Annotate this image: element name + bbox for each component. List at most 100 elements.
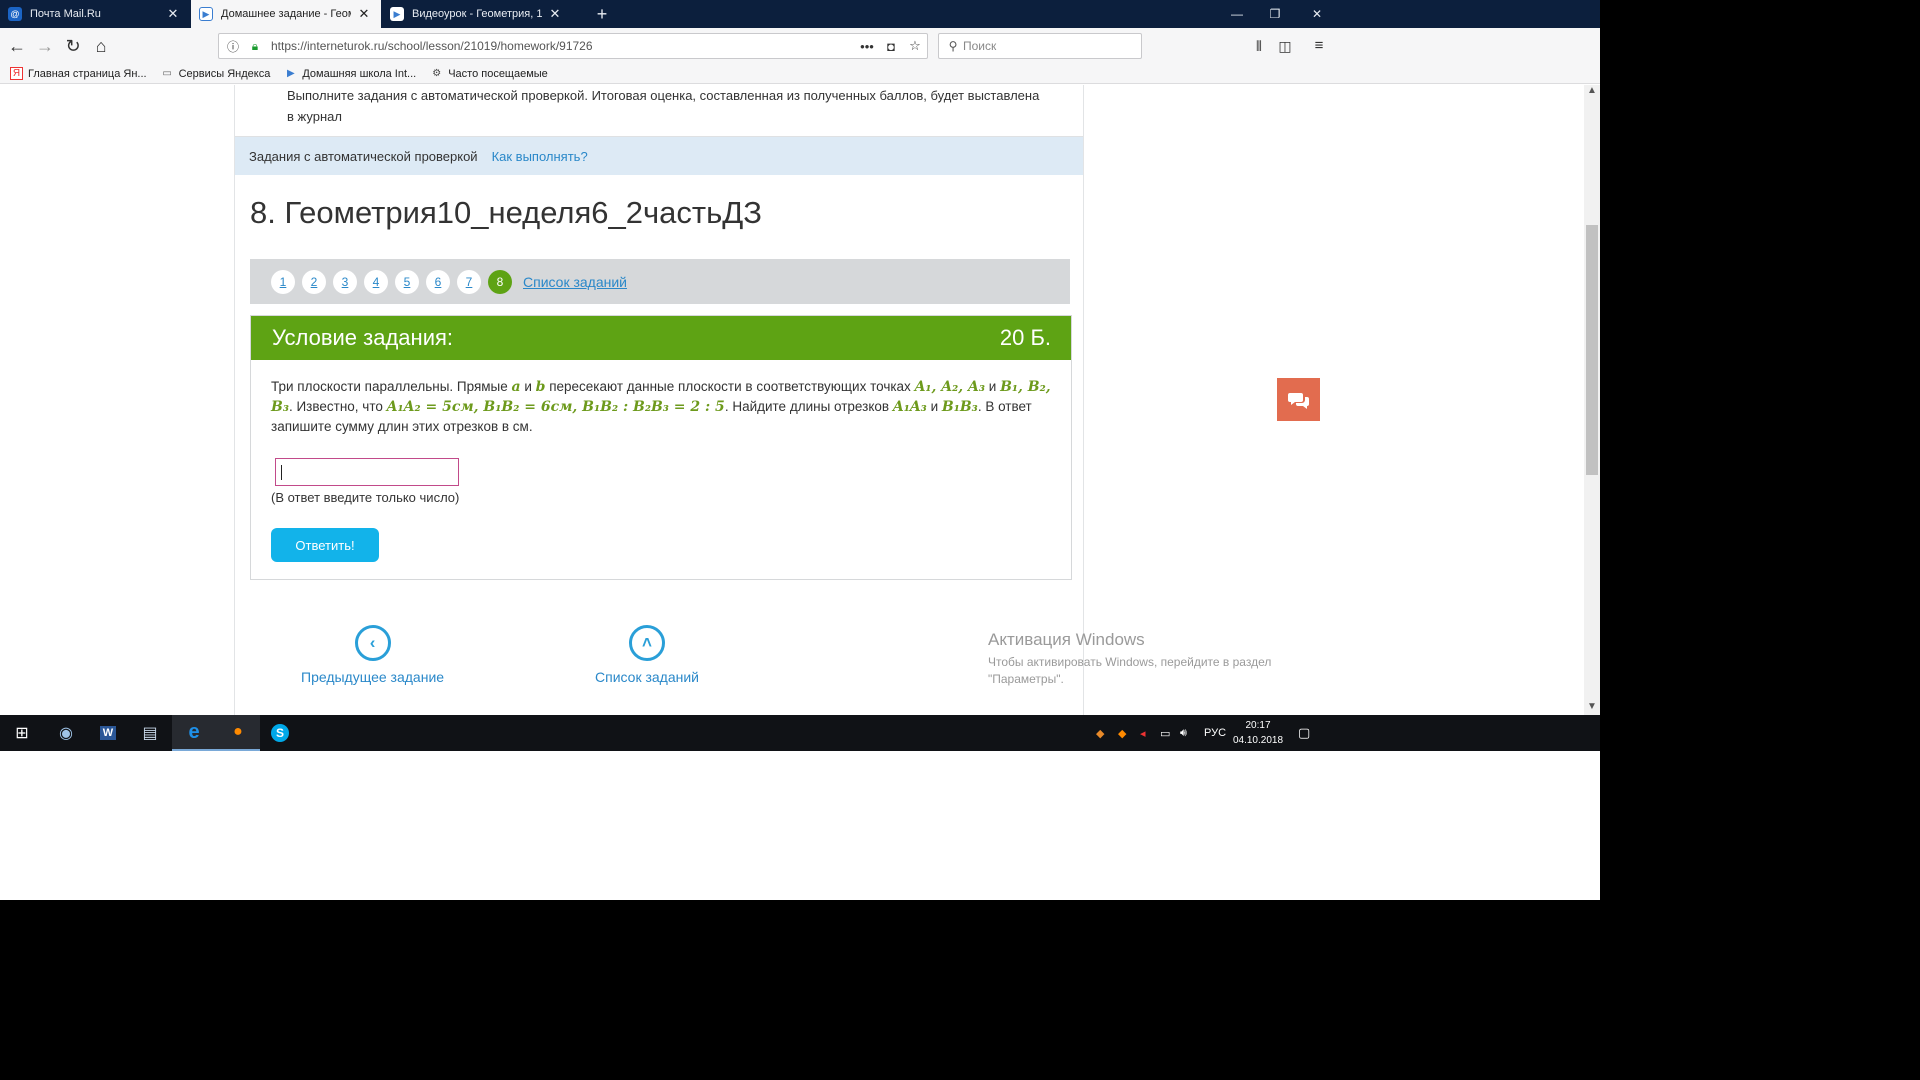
intro-text: Выполните задания с автоматической прове…	[287, 88, 1040, 124]
prev-task-link[interactable]: ‹ Предыдущее задание	[301, 625, 444, 685]
mail-ru-icon: @	[8, 7, 22, 21]
new-tab-button[interactable]: +	[590, 2, 614, 26]
bookmark-label: Главная страница Ян...	[28, 67, 147, 80]
bookmark-home-school[interactable]: ▶ Домашняя школа Int...	[284, 67, 416, 80]
scrollbar-thumb[interactable]	[1586, 225, 1598, 475]
statement-text: . Найдите длины отрезков	[724, 399, 893, 414]
more-actions-icon[interactable]: •••	[855, 39, 879, 54]
tab-mail[interactable]: @ Почта Mail.Ru ✕	[0, 0, 190, 28]
skype-icon[interactable]: S	[258, 715, 302, 751]
word-icon[interactable]: W	[86, 715, 130, 751]
page-link-6[interactable]: 6	[426, 269, 450, 294]
lock-icon: 🔒︎	[251, 38, 259, 53]
restore-icon[interactable]: ❐	[1256, 0, 1294, 28]
pocket-icon[interactable]: ◘	[879, 39, 903, 54]
page-link-7[interactable]: 7	[457, 269, 481, 294]
close-icon[interactable]: ✕	[357, 6, 371, 22]
tray-notification-icon[interactable]: ◂	[1140, 715, 1146, 751]
answer-hint: (В ответ введите только число)	[271, 490, 460, 505]
chat-button[interactable]	[1277, 378, 1320, 421]
tab-title: Почта Mail.Ru	[30, 8, 101, 20]
bookmarks-bar: Я Главная страница Ян... ▭ Сервисы Яндек…	[0, 64, 1600, 84]
prev-task-label: Предыдущее задание	[301, 669, 445, 685]
math-segment-a1a3: A₁A₃	[892, 399, 927, 415]
math-condition: A₁A₂ = 5см, B₁B₂ = 6см, B₁B₂ : B₂B₃ = 2 …	[386, 399, 725, 415]
bookmark-most-visited[interactable]: ⚙ Часто посещаемые	[430, 67, 548, 80]
bookmark-yandex[interactable]: Я Главная страница Ян...	[10, 67, 147, 80]
reload-icon[interactable]: ↻	[60, 33, 86, 59]
bookmark-label: Часто посещаемые	[448, 67, 548, 80]
chat-icon	[1287, 392, 1309, 409]
search-placeholder: Поиск	[963, 39, 997, 53]
forward-icon[interactable]: →	[32, 33, 58, 59]
content-column: Выполните задания с автоматической прове…	[234, 85, 1084, 715]
tab-title: Домашнее задание - Геометр	[221, 8, 351, 20]
gear-icon: ⚙	[432, 68, 442, 79]
close-icon[interactable]: ✕	[548, 6, 562, 22]
url-bar[interactable]: ⓘ 🔒︎ https://interneturok.ru/school/less…	[218, 33, 928, 59]
page-link-1[interactable]: 1	[271, 269, 295, 294]
firefox-icon[interactable]: ●	[216, 715, 260, 751]
scroll-up-icon[interactable]: ▲	[1584, 85, 1600, 99]
how-to-link[interactable]: Как выполнять?	[492, 149, 588, 164]
page-link-2[interactable]: 2	[302, 269, 326, 294]
tray-firefox-icon[interactable]: ◆	[1118, 715, 1126, 751]
clock[interactable]: 20:17 04.10.2018	[1228, 718, 1288, 748]
page-link-4[interactable]: 4	[364, 269, 388, 294]
search-input[interactable]: ⚲ Поиск	[938, 33, 1142, 59]
task-list-nav-label: Список заданий	[595, 669, 700, 685]
task-list-nav-link[interactable]: ˄ Список заданий	[595, 625, 699, 685]
task-pager: 1 2 3 4 5 6 7 8 Список заданий	[250, 259, 1070, 304]
scroll-down-icon[interactable]: ▼	[1584, 701, 1600, 715]
sidebar-icon[interactable]: ◫	[1272, 33, 1298, 59]
library-icon[interactable]: ⫴	[1246, 33, 1272, 59]
statement-text: и	[926, 399, 942, 414]
auto-check-label: Задания с автоматической проверкой	[249, 148, 478, 164]
tray-update-icon[interactable]: ◆	[1096, 715, 1104, 751]
math-points-a: A₁, A₂, A₃	[914, 379, 986, 395]
answer-input[interactable]	[275, 458, 459, 486]
bookmark-label: Сервисы Яндекса	[178, 67, 271, 80]
bookmark-yandex-services[interactable]: ▭ Сервисы Яндекса	[161, 67, 271, 80]
window-close-icon[interactable]: ✕	[1298, 0, 1336, 28]
info-icon[interactable]: ⓘ	[225, 38, 241, 55]
network-app-icon[interactable]: ◉	[44, 715, 88, 751]
url-text[interactable]: https://interneturok.ru/school/lesson/21…	[271, 39, 855, 53]
minimize-icon[interactable]: —	[1218, 0, 1256, 28]
back-icon[interactable]: ←	[4, 33, 30, 59]
page-title: 8. Геометрия10_неделя6_2частьДЗ	[250, 195, 762, 230]
clock-date: 04.10.2018	[1232, 735, 1284, 746]
windows-start-icon[interactable]: ⊞	[0, 715, 44, 751]
statement-text: . Известно, что	[288, 399, 387, 414]
watermark-text: Чтобы активировать Windows, перейдите в …	[988, 655, 1272, 686]
menu-icon[interactable]: ≡	[1306, 33, 1332, 59]
interneturok-icon: ▶	[199, 7, 213, 21]
windows-activation-watermark: Активация Windows Чтобы активировать Win…	[988, 630, 1288, 688]
bookmark-star-icon[interactable]: ☆	[903, 38, 927, 54]
scrollbar[interactable]: ▲ ▼	[1584, 85, 1600, 715]
home-icon[interactable]: ⌂	[88, 33, 114, 59]
page-link-3[interactable]: 3	[333, 269, 357, 294]
page-link-current[interactable]: 8	[488, 269, 512, 294]
task-list-link[interactable]: Список заданий	[523, 274, 627, 290]
network-icon[interactable]: ▭	[1160, 715, 1170, 751]
browser-tab-bar: @ Почта Mail.Ru ✕ ▶ Домашнее задание - Г…	[0, 0, 1600, 28]
chevron-left-icon: ‹	[354, 625, 391, 661]
yandex-icon: Я	[10, 67, 23, 80]
clock-time: 20:17	[1245, 720, 1271, 731]
language-indicator[interactable]: РУС	[1204, 715, 1226, 751]
close-icon[interactable]: ✕	[166, 6, 180, 22]
page-link-5[interactable]: 5	[395, 269, 419, 294]
bookmark-label: Домашняя школа Int...	[302, 67, 417, 80]
statement-text: и	[520, 379, 536, 394]
internet-explorer-icon[interactable]: e	[172, 715, 216, 751]
submit-answer-button[interactable]: Ответить!	[271, 528, 379, 562]
volume-icon[interactable]: 🔊︎	[1180, 715, 1187, 751]
math-line-a: a	[511, 379, 521, 395]
math-segment-b1b3: B₁B₃	[941, 399, 978, 415]
action-center-icon[interactable]: ▢	[1298, 715, 1310, 751]
tab-videolesson[interactable]: ▶ Видеоурок - Геометрия, 10 кл ✕	[382, 0, 572, 28]
task-statement: Три плоскости параллельны. Прямые a и b …	[271, 377, 1051, 436]
tab-homework[interactable]: ▶ Домашнее задание - Геометр ✕	[191, 0, 381, 28]
notepad-icon[interactable]: ▤	[128, 715, 172, 751]
